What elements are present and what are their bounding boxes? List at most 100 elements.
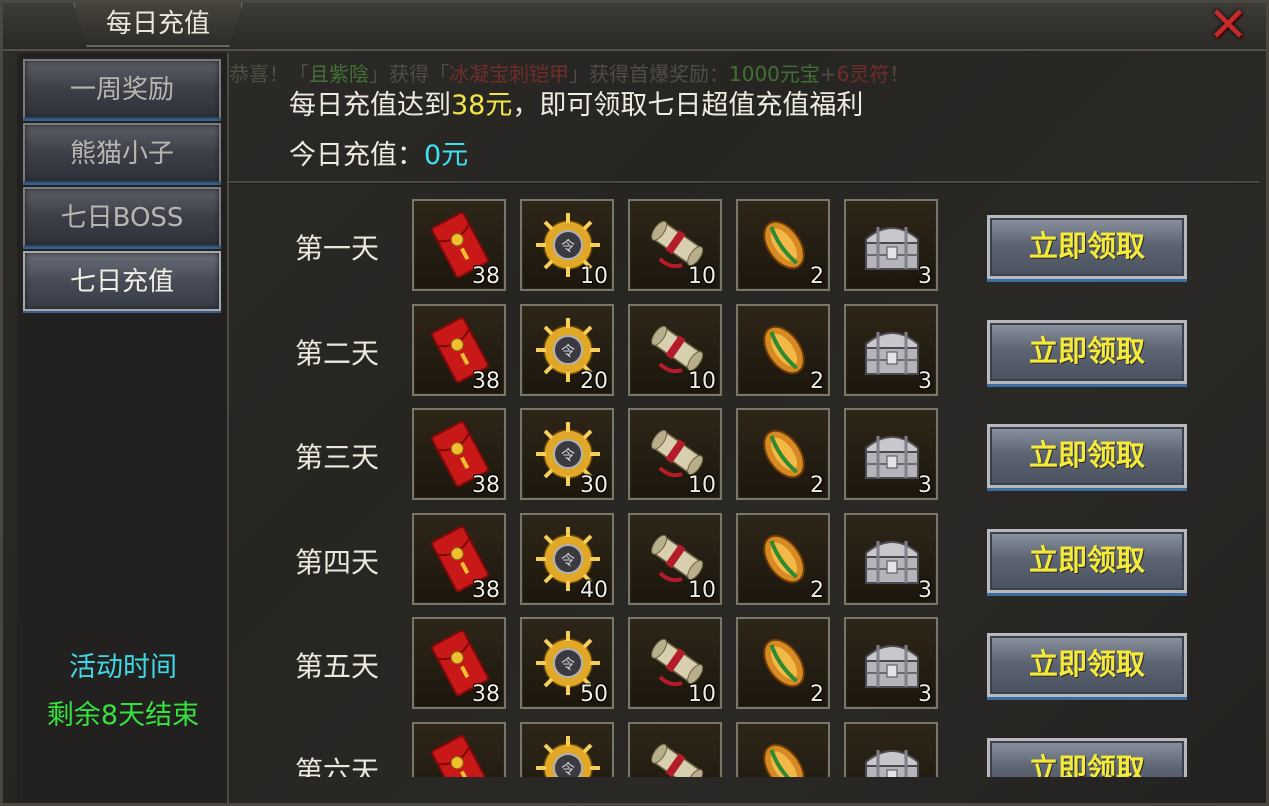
item-quantity: 10 bbox=[688, 682, 716, 707]
reward-item-slot[interactable]: 令 bbox=[520, 721, 614, 778]
reward-row: 第五天 38 令 50 10 2 3 立即领取 bbox=[229, 617, 1259, 721]
reward-item-slot[interactable] bbox=[628, 721, 722, 777]
reward-item-slot[interactable]: 10 bbox=[628, 303, 722, 396]
requirement-prefix: 每日充值达到 bbox=[289, 90, 451, 121]
reward-item-slot[interactable]: 3 bbox=[844, 617, 938, 709]
reward-row: 第三天 38 令 30 10 2 3 立即领取 bbox=[229, 408, 1259, 512]
tab-panda-kid[interactable]: 熊猫小子 bbox=[23, 123, 221, 183]
svg-text:令: 令 bbox=[561, 553, 575, 569]
item-quantity: 10 bbox=[688, 368, 716, 394]
marquee-text: ！ bbox=[889, 62, 910, 86]
item-quantity: 2 bbox=[810, 264, 824, 289]
activity-time-label: 活动时间 bbox=[69, 652, 177, 683]
reward-item-slot[interactable]: 38 bbox=[412, 199, 506, 291]
reward-item-slot[interactable]: 2 bbox=[736, 617, 830, 709]
tab-weekly-reward[interactable]: 一周奖励 bbox=[23, 59, 221, 119]
item-quantity: 2 bbox=[810, 473, 824, 498]
tab-seven-day-recharge[interactable]: 七日充值 bbox=[23, 251, 221, 311]
item-quantity: 50 bbox=[580, 682, 608, 707]
reward-item-slot[interactable]: 3 bbox=[844, 199, 938, 291]
title-bar: 每日充值 ✕ bbox=[3, 3, 1266, 51]
claim-now-button[interactable]: 立即领取 bbox=[987, 319, 1187, 384]
day-label: 第三天 bbox=[295, 441, 380, 474]
day-label: 第一天 bbox=[295, 232, 380, 265]
day-label: 第二天 bbox=[295, 336, 380, 370]
svg-text:令: 令 bbox=[561, 344, 575, 360]
close-x-icon[interactable]: ✕ bbox=[1202, 3, 1254, 49]
reward-row: 第一天 38 令 10 10 2 3 立即领取 bbox=[229, 199, 1259, 303]
claim-now-button[interactable]: 立即领取 bbox=[987, 424, 1187, 488]
remaining-days-label: 剩余8天结束 bbox=[46, 700, 200, 731]
window-title: 每日充值 bbox=[73, 3, 243, 47]
reward-item-slot[interactable]: 3 bbox=[844, 512, 938, 605]
reward-item-slot[interactable]: 2 bbox=[736, 408, 830, 500]
today-recharge-label: 今日充值： bbox=[289, 140, 424, 171]
day-label: 第四天 bbox=[295, 545, 380, 579]
reward-item-slot[interactable]: 令 30 bbox=[520, 408, 614, 500]
item-quantity: 2 bbox=[810, 577, 824, 603]
claim-now-button[interactable]: 立即领取 bbox=[987, 633, 1187, 697]
reward-item-slot[interactable]: 2 bbox=[736, 512, 830, 605]
claim-now-button[interactable]: 立即领取 bbox=[987, 737, 1187, 777]
item-quantity: 10 bbox=[688, 264, 716, 289]
today-recharge-text: 今日充值：0元 bbox=[289, 133, 468, 172]
item-quantity: 3 bbox=[918, 473, 932, 498]
svg-text:令: 令 bbox=[561, 239, 575, 255]
reward-item-slot[interactable]: 3 bbox=[844, 408, 938, 500]
recharge-requirement-text: 每日充值达到38元，即可领取七日超值充值福利 bbox=[289, 83, 863, 122]
day-label: 第六天 bbox=[295, 754, 380, 778]
item-quantity: 10 bbox=[688, 577, 716, 603]
reward-item-slot[interactable]: 令 50 bbox=[520, 617, 614, 709]
item-quantity: 30 bbox=[580, 473, 608, 498]
tab-seven-day-boss[interactable]: 七日BOSS bbox=[23, 187, 221, 247]
item-quantity: 3 bbox=[918, 577, 932, 603]
reward-item-slot[interactable]: 令 40 bbox=[520, 512, 614, 605]
reward-row: 第四天 38 令 40 10 2 3 立即领取 bbox=[229, 512, 1259, 617]
svg-text:令: 令 bbox=[561, 657, 575, 673]
reward-item-slot[interactable] bbox=[412, 721, 506, 777]
item-quantity: 38 bbox=[472, 473, 500, 498]
svg-text:令: 令 bbox=[561, 448, 575, 464]
reward-item-slot[interactable] bbox=[844, 721, 938, 777]
item-quantity: 38 bbox=[472, 264, 500, 289]
reward-item-slot[interactable]: 2 bbox=[736, 303, 830, 396]
section-divider bbox=[229, 181, 1259, 184]
reward-item-slot[interactable]: 38 bbox=[412, 303, 506, 396]
reward-item-slot[interactable]: 3 bbox=[844, 303, 938, 396]
reward-item-slot[interactable] bbox=[736, 721, 830, 777]
item-quantity: 38 bbox=[472, 577, 500, 603]
reward-item-slot[interactable]: 38 bbox=[412, 408, 506, 500]
day-label: 第五天 bbox=[295, 650, 380, 683]
item-quantity: 40 bbox=[580, 577, 608, 603]
item-quantity: 3 bbox=[918, 682, 932, 707]
item-quantity: 38 bbox=[472, 368, 500, 394]
item-quantity: 2 bbox=[810, 368, 824, 394]
reward-row: 第六天 令 立即领取 bbox=[229, 721, 1259, 778]
reward-rows: 第一天 38 令 10 10 2 3 立即领取 第二天 38 令 20 10 2 3 立即领取 第三天 38 令 30… bbox=[229, 199, 1259, 777]
reward-item-slot[interactable]: 38 bbox=[412, 512, 506, 605]
item-quantity: 10 bbox=[688, 473, 716, 498]
claim-now-button[interactable]: 立即领取 bbox=[987, 528, 1187, 593]
reward-item-slot[interactable]: 令 10 bbox=[520, 199, 614, 291]
reward-row: 第二天 38 令 20 10 2 3 立即领取 bbox=[229, 303, 1259, 408]
item-quantity: 3 bbox=[918, 264, 932, 289]
svg-text:令: 令 bbox=[561, 762, 575, 778]
sidebar: 一周奖励 熊猫小子 七日BOSS 七日充值 活动时间 剩余8天结束 bbox=[17, 53, 229, 803]
requirement-amount: 38元 bbox=[451, 90, 513, 121]
reward-item-slot[interactable]: 10 bbox=[628, 199, 722, 291]
requirement-suffix: ，即可领取七日超值充值福利 bbox=[512, 90, 864, 121]
reward-item-slot[interactable]: 2 bbox=[736, 199, 830, 291]
reward-item-slot[interactable]: 38 bbox=[412, 617, 506, 709]
item-quantity: 20 bbox=[580, 368, 608, 394]
item-quantity: 2 bbox=[810, 682, 824, 707]
today-recharge-amount: 0元 bbox=[424, 140, 469, 171]
reward-item-slot[interactable]: 10 bbox=[628, 512, 722, 605]
daily-recharge-window: 每日充值 ✕ 一周奖励 熊猫小子 七日BOSS 七日充值 活动时间 剩余8天结束… bbox=[0, 0, 1269, 806]
reward-item-slot[interactable]: 10 bbox=[628, 617, 722, 709]
reward-item-slot[interactable]: 令 20 bbox=[520, 303, 614, 396]
item-quantity: 38 bbox=[472, 682, 500, 707]
main-panel: 恭喜！「且紫陰」获得「冰凝宝刺铠甲」获得首爆奖励：1000元宝+6灵符！ 每日充… bbox=[229, 53, 1259, 803]
claim-now-button[interactable]: 立即领取 bbox=[987, 215, 1187, 279]
reward-item-slot[interactable]: 10 bbox=[628, 408, 722, 500]
item-quantity: 10 bbox=[580, 264, 608, 289]
